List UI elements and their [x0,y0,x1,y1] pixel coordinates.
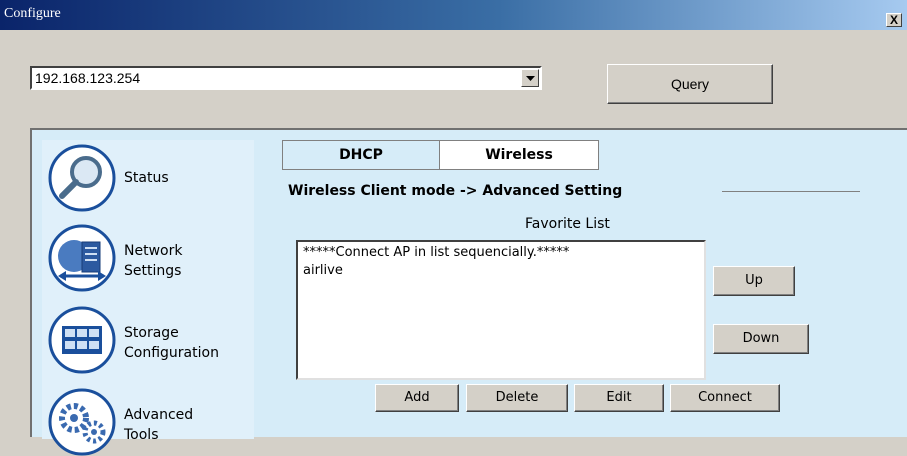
title-bar: Configure X [0,0,907,30]
chevron-down-icon [526,76,535,81]
ip-address-select[interactable]: 192.168.123.254 [30,66,542,90]
section-title: Wireless Client mode -> Advanced Setting [288,183,623,199]
network-server-icon [48,224,116,292]
gears-icon [48,388,116,456]
close-button[interactable]: X [886,13,902,27]
list-item[interactable]: airlive [303,263,343,278]
favorite-list-label: Favorite List [525,216,610,232]
delete-button[interactable]: Delete [466,384,568,412]
magnifier-icon [48,144,116,212]
storage-grid-icon [48,306,116,374]
sidebar: Status Network Settings Storage Configur… [42,140,254,456]
sidebar-item-label: Network Settings [124,243,183,279]
sidebar-item-storage-configuration[interactable]: Storage Configuration [48,306,254,374]
connect-button[interactable]: Connect [670,384,780,412]
add-button[interactable]: Add [375,384,459,412]
sidebar-item-advanced-tools[interactable]: Advanced Tools [48,388,254,456]
main-panel: Status Network Settings Storage Configur… [30,128,907,456]
up-button[interactable]: Up [713,266,795,296]
tab-wireless[interactable]: Wireless [439,140,599,170]
down-button[interactable]: Down [713,324,809,354]
sidebar-item-network-settings[interactable]: Network Settings [48,224,254,292]
sidebar-item-label: Storage Configuration [124,325,219,361]
section-divider [722,191,860,192]
sidebar-item-label: Status [124,170,169,186]
sidebar-item-status[interactable]: Status [48,144,254,212]
query-button[interactable]: Query [607,64,773,104]
tab-dhcp[interactable]: DHCP [282,140,440,170]
sidebar-item-label: Advanced Tools [124,407,194,443]
edit-button[interactable]: Edit [574,384,664,412]
window-title: Configure [4,6,61,21]
list-item[interactable]: *****Connect AP in list sequencially.***… [303,245,569,260]
ip-address-value: 192.168.123.254 [35,70,141,86]
dropdown-arrow-button[interactable] [521,69,539,87]
favorite-list[interactable]: *****Connect AP in list sequencially.***… [296,240,706,380]
